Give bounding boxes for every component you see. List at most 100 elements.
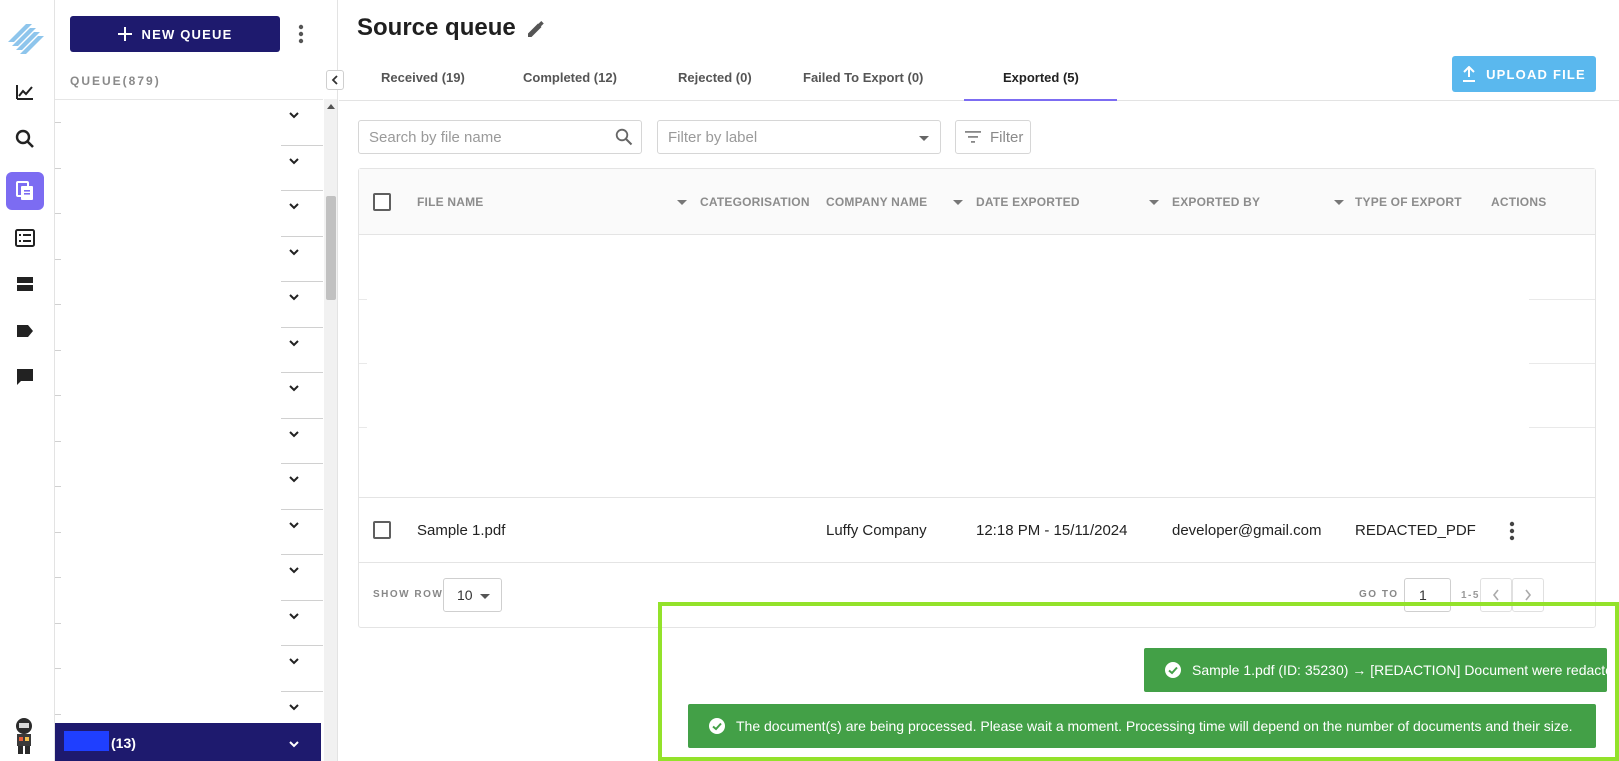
chevron-left-icon [1492,589,1499,601]
tab-received[interactable]: Received (19) [381,70,465,85]
tab-failed-to-export[interactable]: Failed To Export (0) [803,70,923,85]
row-divider [359,427,367,428]
chevron-down-icon[interactable] [287,108,301,122]
rows-per-page-select[interactable]: 10 [443,578,502,612]
tab-completed[interactable]: Completed (12) [523,70,617,85]
chevron-down-icon[interactable] [287,518,301,532]
new-queue-button[interactable]: NEW QUEUE [70,16,280,52]
documents-icon[interactable] [6,172,44,210]
scroll-up-arrow-icon[interactable] [327,104,335,109]
edit-pencil-icon[interactable] [525,20,545,40]
chat-icon[interactable] [6,358,44,396]
queue-item-count: (13) [111,735,136,751]
upload-icon [1463,66,1476,82]
queue-list-item[interactable] [55,282,323,328]
check-circle-icon [1165,662,1181,678]
queue-list-item-active[interactable]: (13) [55,723,321,761]
toast-message: Sample 1.pdf (ID: 35230) → [REDACTION] D… [1192,662,1607,678]
queue-list-item[interactable] [55,100,323,146]
tab-exported[interactable]: Exported (5) [1003,70,1079,85]
storage-icon[interactable] [6,265,44,303]
chevron-down-icon[interactable] [287,336,301,350]
chevron-down-icon[interactable] [287,700,301,714]
rows-per-page-value: 10 [457,587,473,603]
queue-list-scrollbar[interactable] [324,99,337,761]
sort-caret-icon[interactable] [1149,200,1159,205]
sort-caret-icon[interactable] [1334,200,1344,205]
row-divider [1529,363,1595,364]
row-divider [359,363,367,364]
queue-list-item[interactable] [55,237,323,282]
chevron-down-icon[interactable] [287,472,301,486]
chevron-down-icon[interactable] [287,427,301,441]
select-all-checkbox[interactable] [373,193,391,211]
new-queue-label: NEW QUEUE [141,26,233,42]
processing-toast[interactable]: The document(s) are being processed. Ple… [688,704,1596,748]
chevron-down-icon[interactable] [287,245,301,259]
upload-file-button[interactable]: UPLOAD FILE [1452,56,1596,92]
toast-message: The document(s) are being processed. Ple… [736,718,1573,734]
label-filter-select[interactable]: Filter by label [657,120,941,154]
queue-list-item[interactable] [55,419,323,464]
status-tabs: Received (19) Completed (12) Rejected (0… [339,60,1619,101]
chevron-down-icon[interactable] [287,381,301,395]
chevron-down-icon[interactable] [287,290,301,304]
logo-icon[interactable] [6,18,46,58]
exported-documents-table: FILE NAME CATEGORISATION COMPANY NAME DA… [358,168,1596,628]
column-file-name[interactable]: FILE NAME [417,195,483,209]
chevron-left-icon [331,75,338,85]
queue-list-item[interactable] [55,601,323,646]
queue-list-item[interactable] [55,464,323,510]
column-categorisation[interactable]: CATEGORISATION [700,195,810,209]
plus-icon [117,27,132,41]
label-icon[interactable] [6,312,44,350]
chevron-down-icon[interactable] [287,654,301,668]
queue-list-item[interactable] [55,555,323,601]
cell-file-name[interactable]: Sample 1.pdf [417,522,505,539]
queue-list-item[interactable] [55,191,323,237]
column-date-exported[interactable]: DATE EXPORTED [976,195,1080,209]
scrollbar-thumb[interactable] [326,196,336,300]
filter-button[interactable]: Filter [955,120,1031,154]
search-icon[interactable] [6,120,44,158]
chevron-down-icon[interactable] [287,199,301,213]
row-actions-menu-icon[interactable] [1506,520,1518,542]
queue-list-item[interactable] [55,146,323,191]
chevron-down-icon[interactable] [287,563,301,577]
row-divider [1529,427,1595,428]
list-icon[interactable] [6,219,44,257]
cell-exported-by: developer@gmail.com [1172,522,1322,539]
redaction-success-toast[interactable]: Sample 1.pdf (ID: 35230) → [REDACTION] D… [1144,648,1607,692]
avatar[interactable] [10,716,38,756]
column-company-name[interactable]: COMPANY NAME [826,195,927,209]
cell-type-of-export: REDACTED_PDF [1355,522,1476,539]
queue-list-item[interactable] [55,328,323,373]
search-icon[interactable] [615,128,633,146]
chart-icon[interactable] [6,73,44,111]
queue-count-label: QUEUE(879) [70,74,161,88]
go-to-label: GO TO [1359,589,1399,600]
row-checkbox[interactable] [373,521,391,539]
filter-label: Filter [990,129,1024,146]
dropdown-caret-icon [919,136,929,141]
queue-list [55,99,323,723]
chevron-down-icon[interactable] [287,737,301,751]
queue-list-item[interactable] [55,510,323,555]
sort-caret-icon[interactable] [677,200,687,205]
column-type-of-export[interactable]: TYPE OF EXPORT [1355,195,1462,209]
chevron-down-icon[interactable] [287,154,301,168]
label-filter-placeholder: Filter by label [668,129,758,146]
queue-list-item[interactable] [55,646,323,692]
sort-caret-icon[interactable] [953,200,963,205]
queue-list-item[interactable] [55,373,323,419]
chevron-down-icon[interactable] [287,609,301,623]
column-exported-by[interactable]: EXPORTED BY [1172,195,1260,209]
search-input[interactable] [359,121,589,153]
chevron-right-icon [1525,589,1532,601]
tab-rejected[interactable]: Rejected (0) [678,70,752,85]
icon-rail [0,0,55,761]
table-row[interactable]: Sample 1.pdf Luffy Company 12:18 PM - 15… [359,497,1595,563]
filter-icon [965,131,981,143]
more-options-icon[interactable] [295,22,307,46]
cell-date-exported: 12:18 PM - 15/11/2024 [976,522,1128,539]
